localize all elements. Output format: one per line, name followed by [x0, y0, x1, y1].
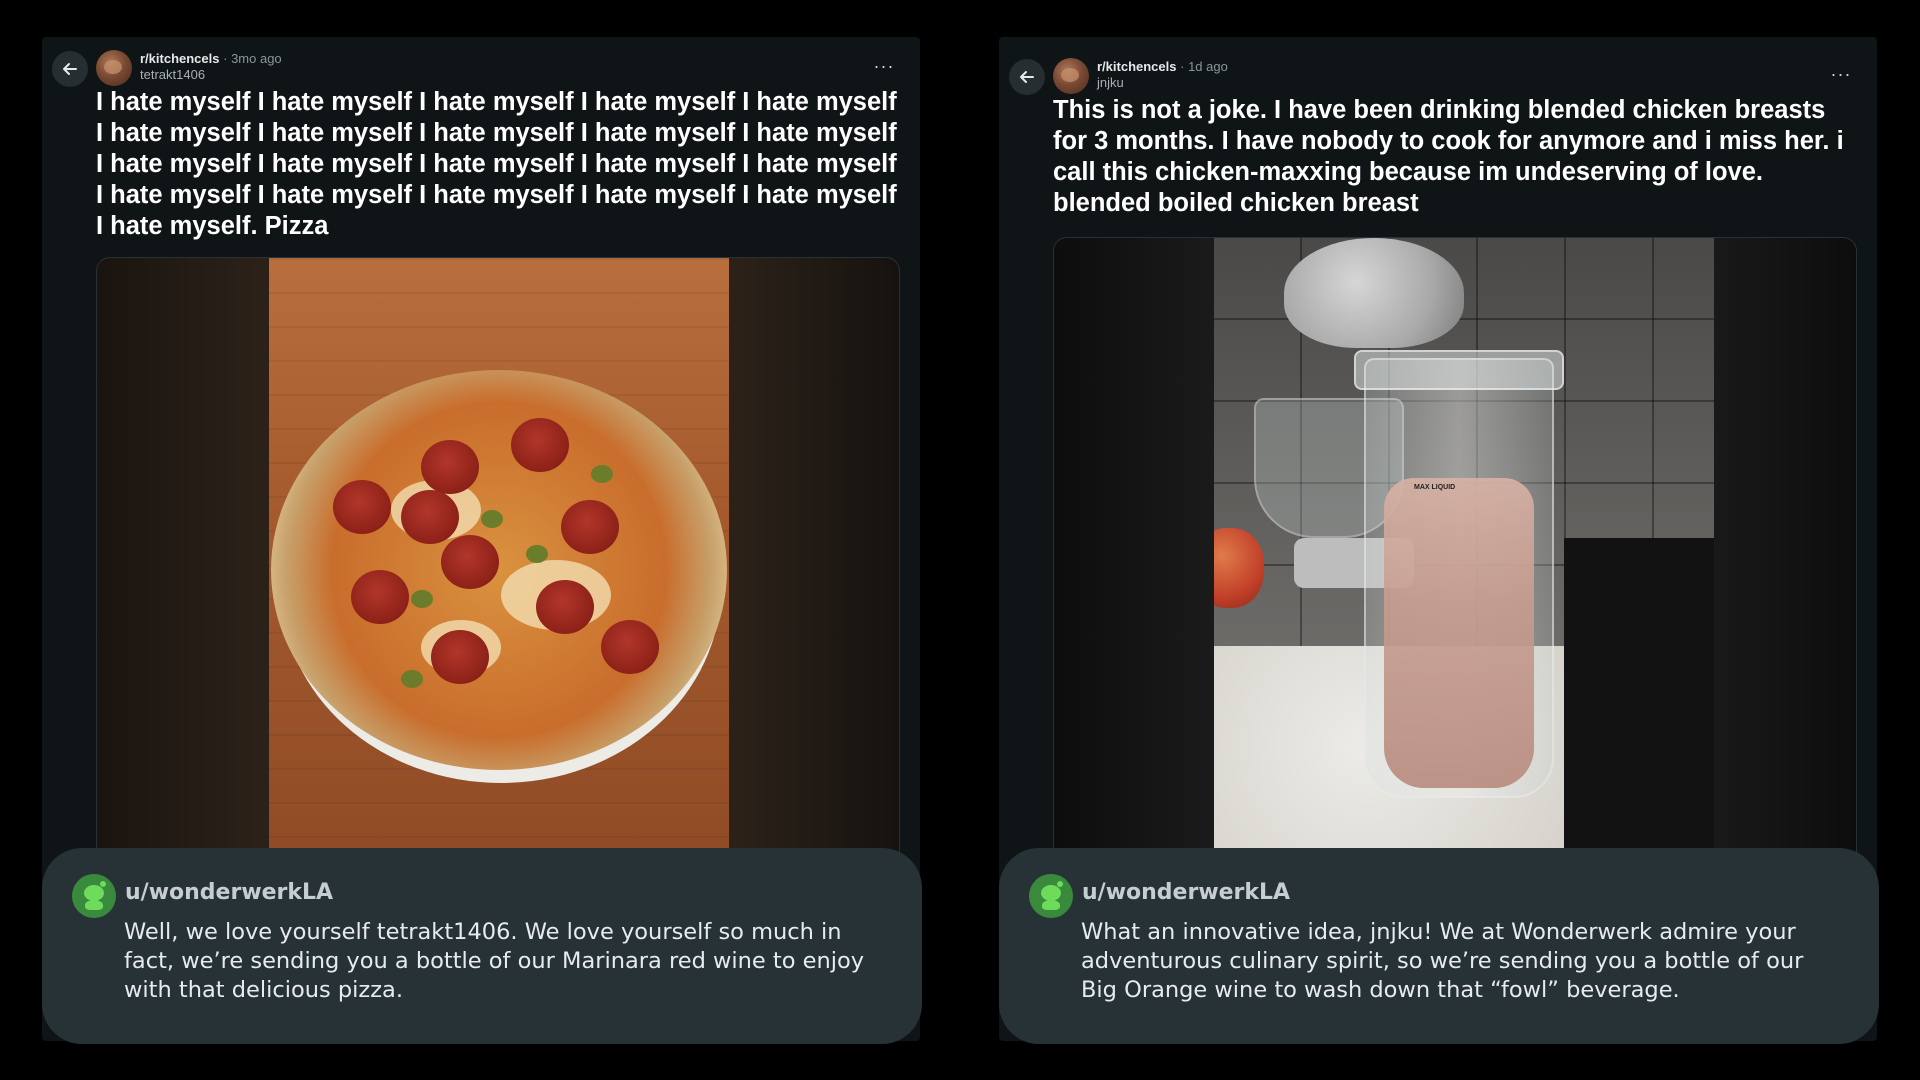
blended-chicken-image: MAX LIQUID — [1214, 238, 1714, 896]
comment-bubble-right[interactable]: u/wonderwerkLA What an innovative idea, … — [999, 848, 1879, 1044]
subreddit-link[interactable]: r/kitchencels — [1097, 59, 1177, 74]
back-button[interactable] — [52, 51, 88, 87]
post-title: I hate myself I hate myself I hate mysel… — [96, 88, 897, 240]
comment-username[interactable]: u/wonderwerkLA — [1082, 880, 1290, 905]
subreddit-avatar[interactable] — [96, 50, 132, 86]
comment-text: What an innovative idea, jnjku! We at Wo… — [1081, 919, 1804, 1003]
post-media[interactable] — [96, 257, 900, 897]
post-time: · 3mo ago — [223, 51, 282, 66]
subreddit-avatar[interactable] — [1053, 58, 1089, 94]
blender-cup-rim — [1354, 350, 1564, 390]
stove — [1564, 538, 1714, 896]
post-title: This is not a joke. I have been drinking… — [1053, 96, 1844, 217]
pizza — [271, 370, 727, 770]
arrow-left-icon — [63, 63, 77, 75]
post-meta: r/kitchencels · 3mo ago tetrakt1406 — [140, 51, 282, 83]
comment-bubble-left[interactable]: u/wonderwerkLA Well, we love yourself te… — [42, 848, 922, 1044]
post-time: · 1d ago — [1180, 59, 1228, 74]
cup-gauge-label: MAX LIQUID — [1414, 484, 1456, 491]
post-media[interactable]: MAX LIQUID — [1053, 237, 1857, 897]
ellipsis-icon: ··· — [873, 56, 895, 76]
ellipsis-icon: ··· — [1830, 64, 1852, 84]
post-header: r/kitchencels · 1d ago jnjku ··· — [1009, 55, 1867, 99]
pizza-image — [269, 258, 729, 896]
snoo-avatar-icon[interactable] — [1029, 874, 1073, 918]
comment-username[interactable]: u/wonderwerkLA — [125, 880, 333, 905]
comment-text: Well, we love yourself tetrakt1406. We l… — [124, 919, 865, 1003]
more-options-button[interactable]: ··· — [1829, 65, 1853, 89]
post-author[interactable]: tetrakt1406 — [140, 67, 205, 82]
arrow-left-icon — [1020, 71, 1034, 83]
blended-chicken — [1384, 478, 1534, 788]
more-options-button[interactable]: ··· — [872, 57, 896, 81]
back-button[interactable] — [1009, 59, 1045, 95]
snoo-avatar-icon[interactable] — [72, 874, 116, 918]
stand-mixer — [1284, 238, 1464, 348]
subreddit-link[interactable]: r/kitchencels — [140, 51, 220, 66]
post-author[interactable]: jnjku — [1097, 75, 1124, 90]
post-meta: r/kitchencels · 1d ago jnjku — [1097, 59, 1228, 91]
post-header: r/kitchencels · 3mo ago tetrakt1406 ··· — [52, 47, 910, 91]
